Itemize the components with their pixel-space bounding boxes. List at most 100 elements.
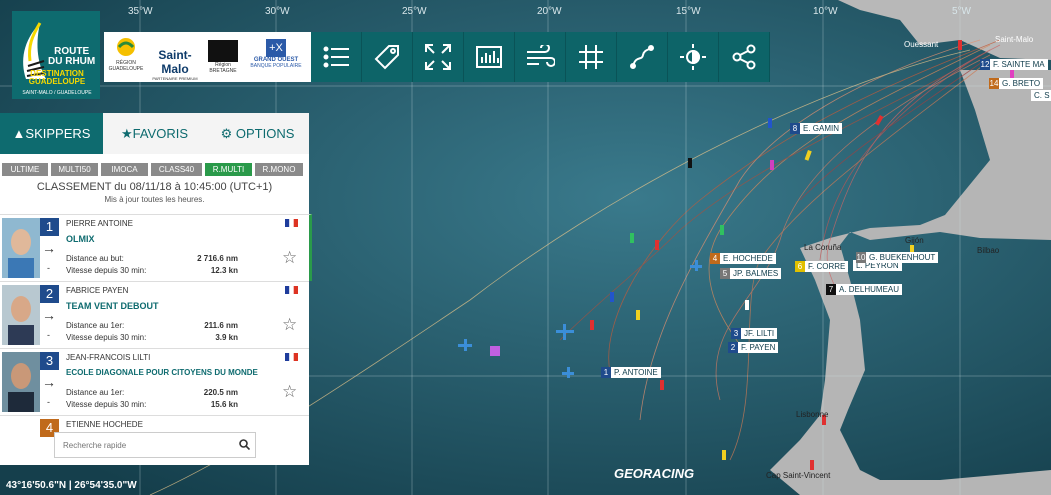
partner-bretagne[interactable]: Région BRETAGNE (206, 36, 240, 78)
boat-tag[interactable]: 10 G. BUEKENHOUT (856, 252, 939, 263)
class-rmono[interactable]: R.MONO (255, 163, 303, 176)
search-icon[interactable] (239, 439, 250, 450)
boat-tag[interactable]: 3 JF. LILTI (731, 328, 778, 339)
stat-label: Distance au 1er: (66, 321, 125, 330)
boat-tag[interactable]: 8 E. GAMIN (790, 123, 843, 134)
guadeloupe-logo-icon (117, 38, 135, 56)
grid-icon[interactable] (566, 32, 617, 82)
class-ultime[interactable]: ULTIME (2, 163, 48, 176)
boat-tag[interactable]: 2 F. PAYEN (728, 342, 779, 353)
contrast-icon[interactable] (668, 32, 719, 82)
favorite-star-icon[interactable]: ☆ (282, 248, 297, 268)
skipper-name: ETIENNE HOCHEDE (66, 420, 143, 429)
boat-tag[interactable]: 5 JP. BALMES (720, 268, 782, 279)
stat-value: 211.6 nm (204, 321, 238, 330)
city-label: Ouessant (904, 40, 939, 49)
boat-name[interactable]: OLMIX (66, 234, 95, 244)
logo-title: ROUTE DU RHUM (48, 46, 96, 67)
banque-populaire-icon: +X (266, 39, 286, 57)
rank-badge: 3 (40, 352, 59, 370)
boat-label: E. GAMIN (800, 123, 843, 134)
stat-label: Distance au but: (66, 254, 124, 263)
skippers-panel: ▲SKIPPERS ★FAVORIS ⚙ OPTIONS ULTIME MULT… (0, 113, 312, 465)
skipper-row[interactable]: 3 → - JEAN-FRANCOIS LILTI ECOLE DIAGONAL… (0, 348, 309, 415)
search-input[interactable] (63, 438, 223, 452)
france-flag-icon (285, 286, 298, 294)
rank-change: - (47, 397, 50, 407)
boat-label: F. PAYEN (738, 342, 779, 353)
boat-rank: 3 (731, 328, 741, 339)
arrow-right-icon: → (42, 307, 56, 323)
sail-icon: ▲ (12, 126, 26, 141)
chart-icon[interactable] (464, 32, 515, 82)
tab-favoris[interactable]: ★FAVORIS (103, 113, 206, 154)
boat-rank: 5 (720, 268, 730, 279)
share-icon[interactable] (719, 32, 770, 82)
tag-icon[interactable] (362, 32, 413, 82)
skipper-name: FABRICE PAYEN (66, 286, 129, 295)
class-class40[interactable]: CLASS40 (151, 163, 202, 176)
boat-label: P. ANTOINE (611, 367, 661, 378)
rank-badge: 2 (40, 285, 59, 303)
skipper-name: JEAN-FRANCOIS LILTI (66, 353, 151, 362)
boat-rank: 1 (601, 367, 611, 378)
route-du-rhum-logo[interactable]: ROUTE DU RHUM DESTINATION GUADELOUPE SAINT… (12, 11, 100, 99)
boat-name[interactable]: TEAM VENT DEBOUT (66, 301, 159, 311)
boat-tag[interactable]: 7 A. DELHUMEAU (826, 284, 903, 295)
boat-label: JF. LILTI (741, 328, 778, 339)
boat-label: G. BRETO (999, 78, 1044, 89)
boat-rank: 7 (826, 284, 836, 295)
tab-options[interactable]: ⚙ OPTIONS (206, 113, 309, 154)
ranking-subtitle: Mis à jour toutes les heures. (104, 195, 205, 204)
list-icon[interactable] (311, 32, 362, 82)
rank-change: - (47, 330, 50, 340)
boat-rank: 10 (856, 252, 866, 263)
boat-name[interactable]: ECOLE DIAGONALE POUR CITOYENS DU MONDE (66, 368, 258, 377)
city-label: Gijón (905, 236, 924, 245)
wind-icon[interactable] (515, 32, 566, 82)
route-icon[interactable] (617, 32, 668, 82)
partner-banque-populaire[interactable]: +X GRAND OUEST BANQUE POPULAIRE (244, 36, 308, 78)
class-multi50[interactable]: MULTI50 (51, 163, 98, 176)
logo-subtitle: SAINT-MALO / GUADELOUPE (22, 90, 92, 96)
boat-tag[interactable]: 12 F. SAINTE MA (980, 59, 1048, 70)
boat-label: A. DELHUMEAU (836, 284, 903, 295)
skipper-row[interactable]: 1 → - PIERRE ANTOINE OLMIX Distance au b… (0, 214, 312, 281)
lon-label: 20°W (537, 6, 562, 17)
expand-icon[interactable] (413, 32, 464, 82)
partner-guadeloupe[interactable]: RÉGION GUADELOUPE (108, 36, 144, 78)
lon-label: 15°W (676, 6, 701, 17)
boat-label: C. S (1031, 90, 1051, 101)
quick-search (54, 432, 256, 458)
boat-tag[interactable]: 4 E. HOCHEDE (710, 253, 776, 264)
boat-rank: 14 (989, 78, 999, 89)
lon-label: 35°W (128, 6, 153, 17)
favorite-star-icon[interactable]: ☆ (282, 315, 297, 335)
tab-skippers[interactable]: ▲SKIPPERS (0, 113, 103, 154)
class-imoca[interactable]: IMOCA (101, 163, 148, 176)
stat-value: 220.5 nm (203, 388, 238, 397)
boat-tag[interactable]: 14 G. BRETO (989, 78, 1044, 89)
skipper-row[interactable]: 2 → - FABRICE PAYEN TEAM VENT DEBOUT Dis… (0, 281, 309, 348)
favorite-star-icon[interactable]: ☆ (282, 382, 297, 402)
gear-icon: ⚙ (220, 126, 236, 141)
boat-label: Saint-Malo (995, 35, 1034, 44)
boat-tag[interactable]: Saint-Malo (992, 34, 1036, 45)
class-rmulti[interactable]: R.MULTI (205, 163, 252, 176)
boat-tag[interactable]: C. S (1031, 90, 1051, 101)
arrow-right-icon: → (42, 374, 56, 390)
ranking-title: CLASSEMENT du 08/11/18 à 10:45:00 (UTC+1… (36, 181, 273, 193)
logo-destination: DESTINATION GUADELOUPE (28, 69, 86, 86)
boat-tag[interactable]: 1 P. ANTOINE (601, 367, 661, 378)
stat-label: Vitesse depuis 30 min: (66, 266, 147, 275)
partner-saint-malo[interactable]: Saint-Malo PARTENAIRE PREMIUM (146, 36, 204, 81)
boat-label: F. SAINTE MA (990, 59, 1048, 70)
skipper-photo (2, 285, 40, 345)
bretagne-logo-icon (208, 40, 238, 62)
city-label: Lisbonne (796, 410, 829, 419)
france-flag-icon (285, 353, 298, 361)
stat-label: Distance au 1er: (66, 388, 125, 397)
boat-tag[interactable]: 6 F. CORRE (795, 261, 849, 272)
france-flag-icon (285, 219, 298, 227)
boat-label: G. BUEKENHOUT (866, 252, 939, 263)
